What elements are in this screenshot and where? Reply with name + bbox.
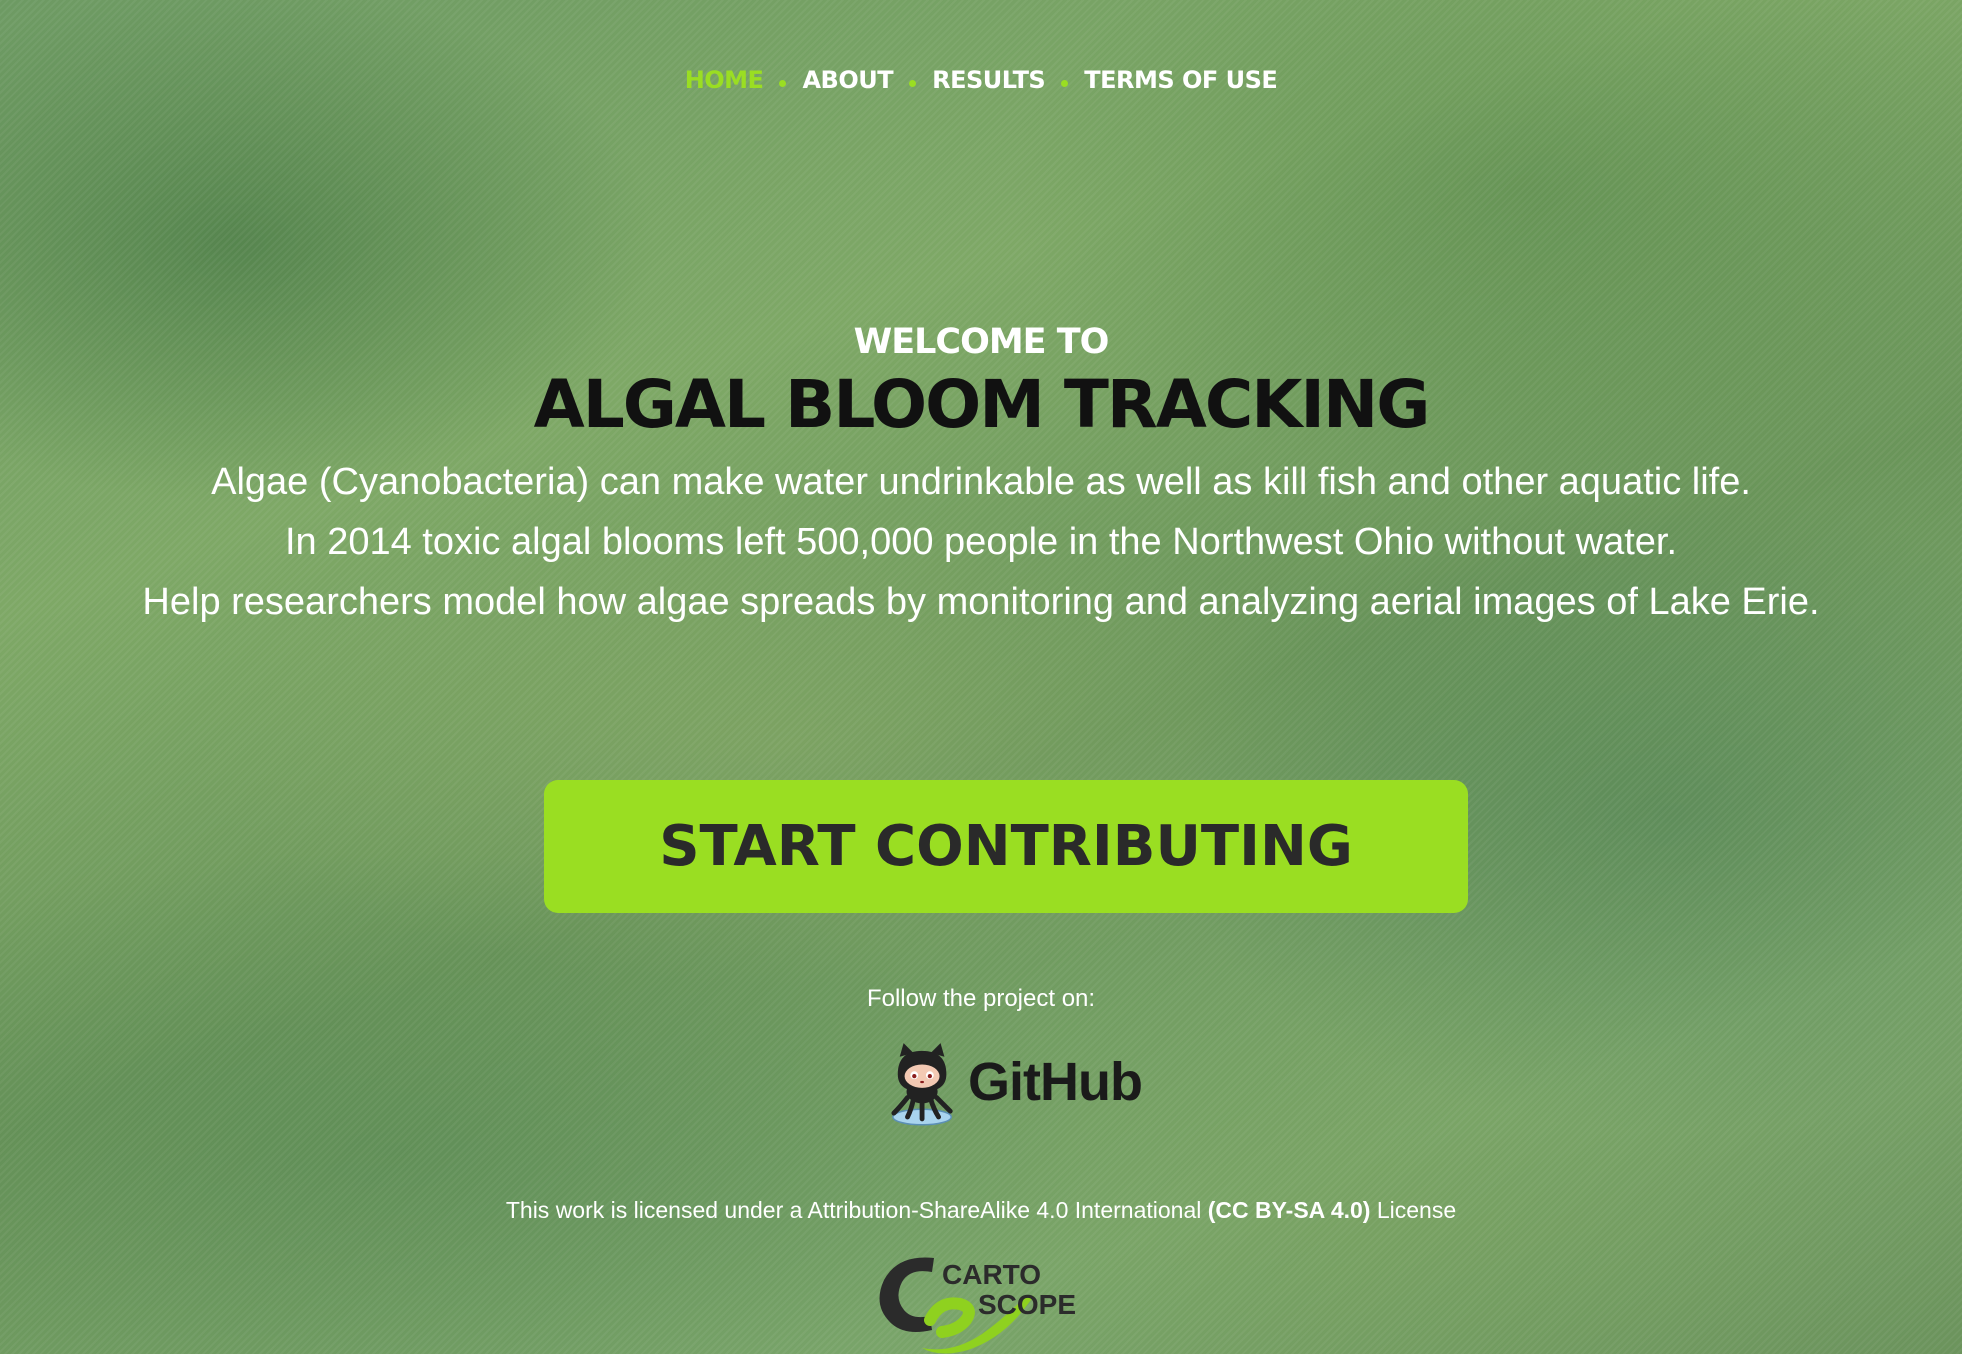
follow-label: Follow the project on: <box>866 985 1096 1012</box>
license-suffix: License <box>1376 1197 1457 1223</box>
description-line-1: Algae (Cyanobacteria) can make water und… <box>211 461 1751 503</box>
dot-icon <box>1061 79 1069 87</box>
github-link[interactable]: GitHub <box>890 1036 1143 1128</box>
license-link[interactable]: (CC BY-SA 4.0) <box>1208 1197 1371 1223</box>
welcome-heading: WELCOME TO <box>853 322 1110 362</box>
github-label: GitHub <box>968 1052 1143 1112</box>
logo-line-1: CARTO <box>942 1259 1041 1290</box>
dot-icon <box>779 79 787 87</box>
logo-line-2: SCOPE <box>978 1289 1076 1320</box>
octocat-icon <box>891 1043 953 1126</box>
start-contributing-button[interactable]: START CONTRIBUTING <box>544 780 1468 913</box>
hero-description: Algae (Cyanobacteria) can make water und… <box>130 452 1832 632</box>
license-notice: This work is licensed under a Attributio… <box>0 1197 1962 1224</box>
page-title: ALGAL BLOOM TRACKING <box>533 366 1431 443</box>
nav-item-home[interactable]: HOME <box>685 66 764 94</box>
license-prefix: This work is licensed under a Attributio… <box>505 1197 1202 1223</box>
description-line-2: In 2014 toxic algal blooms left 500,000 … <box>284 521 1678 563</box>
main-nav: HOME ABOUT RESULTS TERMS OF USE <box>0 66 1962 94</box>
nav-item-results[interactable]: RESULTS <box>932 66 1046 94</box>
dot-icon <box>909 79 917 87</box>
description-line-3: Help researchers model how algae spreads… <box>142 581 1820 623</box>
nav-item-about[interactable]: ABOUT <box>802 66 893 94</box>
cartoscope-logo-icon[interactable]: CARTO SCOPE <box>870 1250 1090 1354</box>
nav-item-terms-of-use[interactable]: TERMS OF USE <box>1084 66 1278 94</box>
